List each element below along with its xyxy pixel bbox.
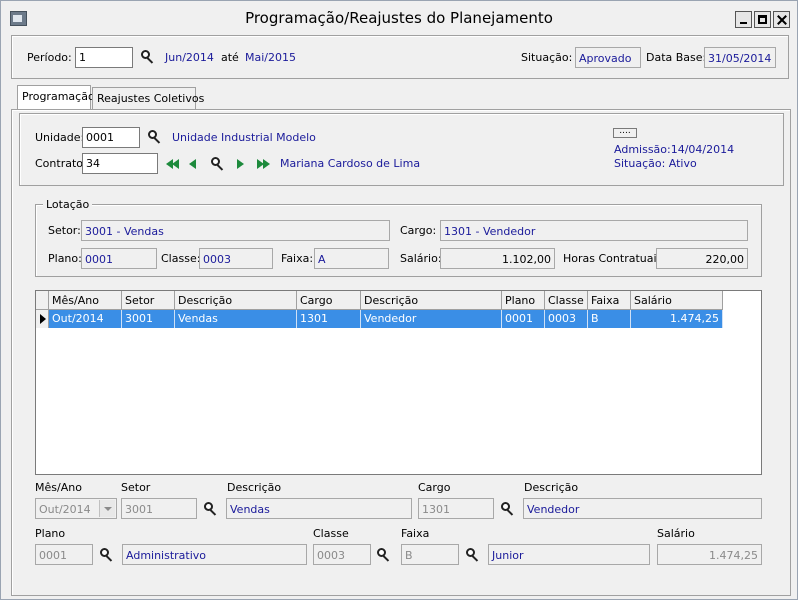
lotacao-plano-value: 0001	[81, 248, 157, 269]
next-record-icon[interactable]	[237, 159, 247, 169]
admissao-text: Admissão:14/04/2014	[614, 143, 735, 156]
detail-setor-descricao-label: Descrição	[227, 481, 282, 494]
periodo-label: Período:	[27, 51, 72, 64]
lotacao-cargo-label: Cargo:	[400, 224, 437, 237]
detail-setor-label: Setor	[121, 481, 151, 494]
previous-record-icon[interactable]	[189, 159, 199, 169]
unidade-input[interactable]: 0001	[82, 127, 140, 148]
tab-programacao[interactable]: Programação	[17, 85, 95, 110]
grid-cell-plano[interactable]: 0001	[502, 310, 545, 328]
situacao-text: Situação: Ativo	[614, 157, 697, 170]
detail-cargo-search-icon[interactable]	[500, 501, 516, 517]
contrato-search-icon[interactable]	[210, 156, 226, 172]
header-panel: Período: 1 Jun/2014 até Mai/2015 Situaçã…	[11, 35, 789, 79]
detail-cargo-descricao-value: Vendedor	[523, 498, 762, 519]
grid-cell-setor[interactable]: 3001	[122, 310, 175, 328]
lotacao-group: Setor: 3001 - Vendas Cargo: 1301 - Vende…	[35, 204, 762, 277]
unidade-search-icon[interactable]	[147, 129, 163, 145]
grid-cell-classe[interactable]: 0003	[545, 310, 588, 328]
chevron-down-icon[interactable]	[99, 500, 115, 517]
detail-classe-search-icon[interactable]	[376, 547, 392, 563]
lotacao-classe-value: 0003	[199, 248, 273, 269]
unidade-label: Unidade:	[35, 131, 85, 144]
contrato-input[interactable]: 34	[82, 153, 158, 174]
maximize-button[interactable]	[754, 11, 771, 28]
grid-header-plano[interactable]: Plano	[502, 291, 545, 310]
lotacao-salario-label: Salário:	[400, 252, 442, 265]
detail-cargo-label: Cargo	[418, 481, 451, 494]
unidade-name: Unidade Industrial Modelo	[172, 131, 316, 144]
periodo-input[interactable]: 1	[75, 47, 133, 68]
situacao-value: Aprovado	[575, 47, 641, 68]
ate-label: até	[221, 51, 239, 64]
grid-header-setor[interactable]: Setor	[122, 291, 175, 310]
detail-cargo-input[interactable]: 1301	[418, 498, 494, 519]
minimize-button[interactable]	[735, 11, 752, 28]
detail-plano-input[interactable]: 0001	[35, 544, 93, 565]
periodo-search-icon[interactable]	[140, 49, 156, 65]
lotacao-faixa-value: A	[314, 248, 389, 269]
lotacao-setor-label: Setor:	[48, 224, 81, 237]
grid-header-setor-descricao[interactable]: Descrição	[175, 291, 297, 310]
grid-cell-mesano[interactable]: Out/2014	[49, 310, 122, 328]
detail-salario-value[interactable]: 1.474,25	[657, 544, 762, 565]
grid-cell-salario[interactable]: 1.474,25	[631, 310, 723, 328]
window-title: Programação/Reajustes do Planejamento	[245, 9, 553, 27]
lotacao-horas-label: Horas Contratuais:	[563, 252, 666, 265]
detail-faixa-input[interactable]: B	[401, 544, 459, 565]
grid-header-cargo[interactable]: Cargo	[297, 291, 361, 310]
detail-plano-search-icon[interactable]	[99, 547, 115, 563]
detail-classe-label: Classe	[313, 527, 349, 540]
database-label: Data Base:	[646, 51, 707, 64]
detail-salario-label: Salário	[657, 527, 695, 540]
grid-header-faixa[interactable]: Faixa	[588, 291, 631, 310]
employee-panel: Unidade: 0001 Unidade Industrial Modelo …	[19, 113, 784, 186]
detail-classe-input[interactable]: 0003	[313, 544, 371, 565]
database-value: 31/05/2014	[704, 47, 776, 68]
periodo-start: Jun/2014	[165, 51, 214, 64]
detail-setor-search-icon[interactable]	[203, 501, 219, 517]
detail-setor-input[interactable]: 3001	[121, 498, 197, 519]
contrato-name: Mariana Cardoso de Lima	[280, 157, 421, 170]
last-record-icon[interactable]	[257, 159, 271, 169]
detail-plano-label: Plano	[35, 527, 66, 540]
detail-mesano-value: Out/2014	[39, 503, 91, 516]
lotacao-cargo-value: 1301 - Vendedor	[440, 220, 748, 241]
tab-reajustes-coletivos[interactable]: Reajustes Coletivos	[92, 87, 204, 109]
periodo-end: Mai/2015	[245, 51, 296, 64]
first-record-icon[interactable]	[166, 159, 180, 169]
lotacao-plano-label: Plano:	[48, 252, 82, 265]
title-bar: Programação/Reajustes do Planejamento	[1, 1, 797, 33]
grid-header-mesano[interactable]: Mês/Ano	[49, 291, 122, 310]
main-window: Programação/Reajustes do Planejamento Pe…	[0, 0, 798, 600]
lotacao-setor-value: 3001 - Vendas	[81, 220, 390, 241]
grid-cell-cargo-descricao[interactable]: Vendedor	[361, 310, 502, 328]
detail-plano-descricao-value: Administrativo	[122, 544, 307, 565]
lotacao-faixa-label: Faixa:	[281, 252, 314, 265]
lotacao-classe-label: Classe:	[161, 252, 201, 265]
detail-cargo-descricao-label: Descrição	[524, 481, 579, 494]
detail-faixa-descricao-value: Junior	[488, 544, 650, 565]
lotacao-legend: Lotação	[43, 198, 93, 211]
more-info-button[interactable]: ....	[613, 127, 637, 138]
detail-mesano-combo[interactable]: Out/2014	[35, 498, 117, 519]
lotacao-horas-value: 220,00	[656, 248, 748, 269]
grid-cell-setor-descricao[interactable]: Vendas	[175, 310, 297, 328]
lotacao-salario-value: 1.102,00	[440, 248, 555, 269]
detail-faixa-label: Faixa	[401, 527, 430, 540]
grid-corner	[36, 291, 49, 310]
detail-setor-descricao-value: Vendas	[226, 498, 412, 519]
grid-header-classe[interactable]: Classe	[545, 291, 588, 310]
row-indicator-icon	[36, 310, 49, 328]
programacao-grid[interactable]: Mês/Ano Setor Descrição Cargo Descrição …	[35, 290, 762, 475]
grid-cell-cargo[interactable]: 1301	[297, 310, 361, 328]
grid-header-salario[interactable]: Salário	[631, 291, 723, 310]
detail-mesano-label: Mês/Ano	[35, 481, 82, 494]
close-button[interactable]	[773, 11, 790, 28]
contrato-label: Contrato:	[35, 157, 87, 170]
situacao-label: Situação:	[521, 51, 573, 64]
detail-faixa-search-icon[interactable]	[465, 547, 481, 563]
grid-header-cargo-descricao[interactable]: Descrição	[361, 291, 502, 310]
grid-cell-faixa[interactable]: B	[588, 310, 631, 328]
